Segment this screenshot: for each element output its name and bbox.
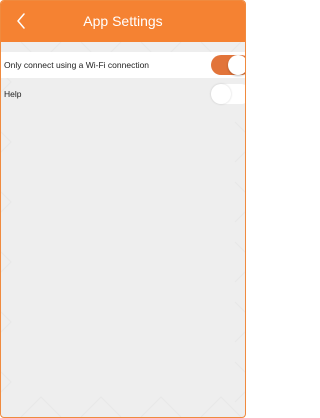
toggle-knob — [228, 55, 245, 75]
app-settings-screen: App Settings Only connect using a Wi-Fi … — [0, 0, 246, 418]
help-setting-row: Help — [1, 81, 245, 107]
toggle-knob — [211, 84, 231, 104]
chevron-left-icon — [17, 13, 25, 29]
help-toggle[interactable] — [211, 84, 245, 104]
app-header: App Settings — [1, 1, 245, 42]
settings-content: Only connect using a Wi-Fi connection He… — [1, 42, 245, 417]
wifi-only-toggle[interactable] — [211, 55, 245, 75]
help-setting-label: Help — [4, 89, 22, 99]
back-button[interactable] — [1, 1, 43, 42]
wifi-only-setting-row: Only connect using a Wi-Fi connection — [1, 52, 245, 78]
wifi-only-setting-label: Only connect using a Wi-Fi connection — [4, 60, 150, 70]
